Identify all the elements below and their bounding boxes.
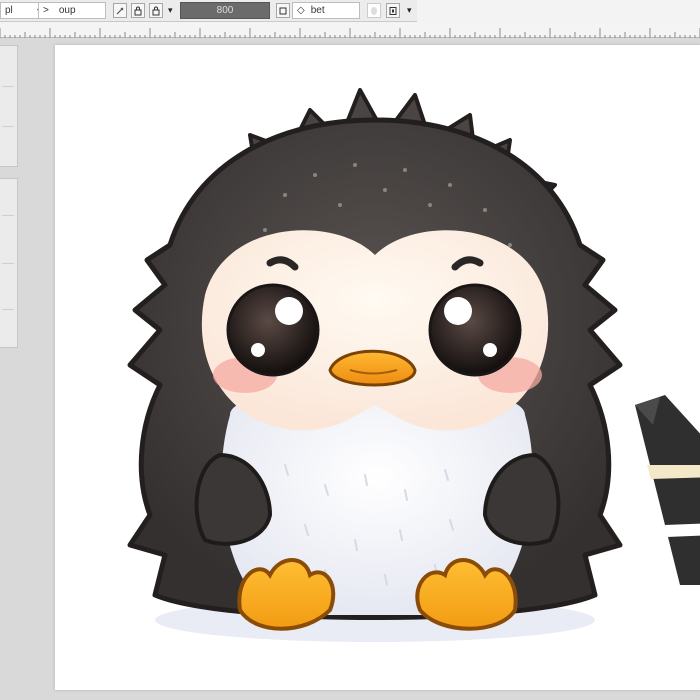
penguin-illustration	[127, 88, 700, 642]
ruler-ticks	[0, 28, 700, 38]
right-eye	[428, 283, 522, 377]
stroke-field-value: bet	[310, 5, 325, 16]
panel-divider	[2, 126, 14, 127]
chevron-down-icon[interactable]: ▾	[168, 3, 173, 18]
top-toolbar: pl ▾ > oup ▾ 800 ◇ bet ▾	[0, 0, 700, 22]
lock-icon[interactable]	[149, 3, 163, 18]
toolbar-blank-area	[417, 0, 700, 22]
chevron-down-icon[interactable]: ▾	[407, 3, 412, 18]
layer-icon[interactable]	[386, 3, 400, 18]
left-eye	[226, 283, 320, 377]
diamond-icon: ◇	[297, 5, 305, 16]
panel-divider	[2, 215, 14, 216]
size-value: 800	[216, 5, 234, 16]
crayon-icon	[635, 395, 700, 585]
panel-divider	[2, 86, 14, 87]
font-family-value: pl	[5, 5, 13, 16]
group-field[interactable]: > oup	[38, 2, 106, 19]
penguin-beak	[328, 349, 417, 387]
lock-icon[interactable]	[131, 3, 145, 18]
caret-icon: >	[43, 5, 49, 16]
stroke-field[interactable]: ◇ bet	[292, 2, 360, 19]
panel-divider	[2, 309, 14, 310]
edit-icon[interactable]	[113, 3, 127, 18]
fill-icon[interactable]	[367, 3, 381, 18]
artboard-canvas[interactable]	[55, 45, 700, 690]
size-field[interactable]: 800	[180, 2, 270, 19]
side-panel-bottom[interactable]	[0, 178, 18, 348]
horizontal-ruler[interactable]	[0, 22, 700, 38]
side-panel-top[interactable]	[0, 45, 18, 167]
layer-icon[interactable]	[276, 3, 290, 18]
panel-divider	[2, 263, 14, 264]
group-field-value: oup	[58, 5, 76, 16]
